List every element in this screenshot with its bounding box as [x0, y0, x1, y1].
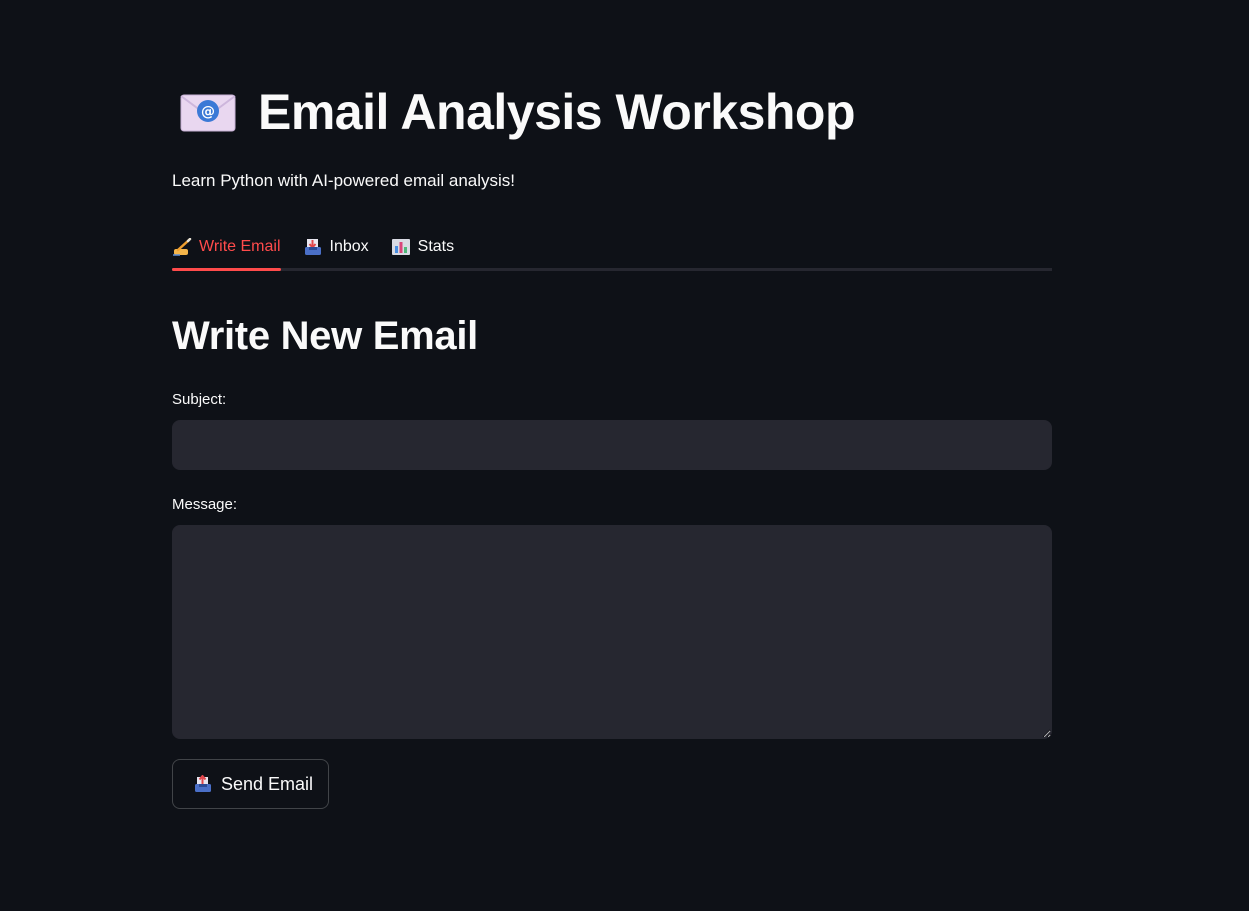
inbox-tray-icon: [304, 239, 321, 255]
app-subtitle: Learn Python with AI-powered email analy…: [172, 171, 516, 190]
tab-write-email[interactable]: Write Email: [172, 226, 281, 271]
outbox-tray-icon: [195, 775, 211, 792]
send-button-label: Send Email: [221, 773, 314, 794]
tab-stats[interactable]: Stats: [391, 226, 454, 268]
tab-label: Inbox: [329, 238, 369, 255]
tab-inbox[interactable]: Inbox: [303, 226, 369, 268]
tab-label: Stats: [417, 238, 455, 255]
send-email-button[interactable]: Send Email: [172, 759, 330, 809]
subject-label: Subject:: [172, 391, 227, 408]
compose-heading: Write New Email: [172, 314, 478, 358]
envelope-at-icon: @: [180, 94, 236, 132]
tab-bar: Write Email Inbox Stats: [172, 226, 1052, 271]
writing-hand-icon: [173, 238, 192, 256]
app-title: Email Analysis Workshop: [258, 84, 856, 140]
subject-input[interactable]: [172, 420, 1052, 470]
bar-chart-icon: [391, 239, 410, 255]
svg-text:@: @: [201, 104, 215, 120]
message-textarea[interactable]: [172, 525, 1052, 739]
message-label: Message:: [172, 496, 238, 513]
tab-label: Write Email: [199, 238, 281, 255]
app-header: @ Email Analysis Workshop: [180, 84, 856, 140]
